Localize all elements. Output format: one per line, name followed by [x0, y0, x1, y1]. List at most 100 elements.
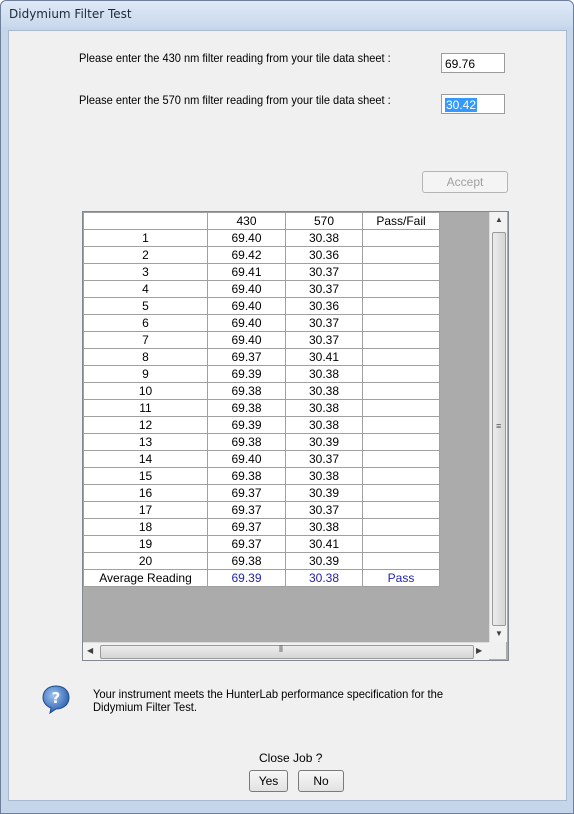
reading-430-cell[interactable]: 69.41 [207, 263, 286, 281]
input-430-field[interactable]: 69.76 [441, 53, 505, 73]
input-570-value: 30.42 [445, 98, 478, 112]
scroll-down-arrow-icon[interactable]: ▼ [495, 629, 503, 638]
reading-430-cell[interactable]: 69.37 [207, 484, 286, 502]
yes-button[interactable]: Yes [249, 770, 288, 792]
no-button[interactable]: No [298, 770, 344, 792]
column-header-pass-fail: Pass/Fail [362, 212, 440, 230]
reading-430-cell[interactable]: 69.38 [207, 382, 286, 400]
table-row: 2 69.42 30.36 [83, 246, 440, 264]
reading-430-cell[interactable]: 69.40 [207, 280, 286, 298]
row-number: 10 [83, 382, 208, 400]
reading-570-cell[interactable]: 30.36 [285, 246, 363, 264]
horizontal-scroll-thumb[interactable]: ⦀ [100, 644, 474, 659]
horizontal-scrollbar[interactable]: ◀ ⦀ ▶ [83, 642, 489, 660]
pass-fail-cell[interactable] [362, 416, 440, 434]
reading-430-cell[interactable]: 69.38 [207, 552, 286, 570]
pass-fail-cell[interactable] [362, 399, 440, 417]
reading-430-cell[interactable]: 69.37 [207, 535, 286, 553]
average-result-cell[interactable]: Pass [362, 569, 440, 587]
reading-570-cell[interactable]: 30.38 [285, 399, 363, 417]
pass-fail-cell[interactable] [362, 467, 440, 485]
table-row: 6 69.40 30.37 [83, 314, 440, 332]
grid-header-row: 430 570 Pass/Fail [83, 212, 440, 230]
reading-430-cell[interactable]: 69.37 [207, 501, 286, 519]
reading-570-cell[interactable]: 30.38 [285, 229, 363, 247]
reading-570-cell[interactable]: 30.37 [285, 331, 363, 349]
reading-570-cell[interactable]: 30.38 [285, 518, 363, 536]
reading-430-cell[interactable]: 69.39 [207, 365, 286, 383]
reading-570-cell[interactable]: 30.38 [285, 365, 363, 383]
reading-430-cell[interactable]: 69.42 [207, 246, 286, 264]
row-number: 8 [83, 348, 208, 366]
window-title: Didymium Filter Test [9, 7, 132, 21]
accept-button[interactable]: Accept [422, 171, 508, 193]
grip-icon: ⦀ [279, 644, 283, 654]
scroll-up-arrow-icon[interactable]: ▲ [495, 215, 503, 224]
pass-fail-cell[interactable] [362, 535, 440, 553]
table-row: 16 69.37 30.39 [83, 484, 440, 502]
vertical-scroll-thumb[interactable]: ≡ [492, 232, 506, 626]
reading-430-cell[interactable]: 69.40 [207, 314, 286, 332]
reading-570-cell[interactable]: 30.39 [285, 484, 363, 502]
reading-570-cell[interactable]: 30.41 [285, 535, 363, 553]
reading-430-cell[interactable]: 69.40 [207, 297, 286, 315]
reading-430-cell[interactable]: 69.39 [207, 416, 286, 434]
reading-430-cell[interactable]: 69.40 [207, 450, 286, 468]
row-number: 2 [83, 246, 208, 264]
scrollbar-corner [489, 642, 506, 659]
reading-570-cell[interactable]: 30.37 [285, 314, 363, 332]
reading-570-cell[interactable]: 30.38 [285, 416, 363, 434]
row-number: 19 [83, 535, 208, 553]
table-row: 8 69.37 30.41 [83, 348, 440, 366]
average-570-cell: 30.38 [285, 569, 363, 587]
reading-570-cell[interactable]: 30.37 [285, 501, 363, 519]
row-number: 16 [83, 484, 208, 502]
pass-fail-cell[interactable] [362, 501, 440, 519]
pass-fail-cell[interactable] [362, 382, 440, 400]
reading-570-cell[interactable]: 30.38 [285, 467, 363, 485]
vertical-scrollbar[interactable]: ▲ ≡ ▼ [489, 212, 507, 642]
pass-fail-cell[interactable] [362, 246, 440, 264]
input-570-field[interactable]: 30.42 [441, 94, 505, 114]
scroll-left-arrow-icon[interactable]: ◀ [87, 646, 93, 655]
reading-430-cell[interactable]: 69.37 [207, 518, 286, 536]
scroll-right-arrow-icon[interactable]: ▶ [476, 646, 482, 655]
pass-fail-cell[interactable] [362, 518, 440, 536]
table-row: 10 69.38 30.38 [83, 382, 440, 400]
reading-570-cell[interactable]: 30.39 [285, 552, 363, 570]
column-header-570: 570 [285, 212, 363, 230]
reading-430-cell[interactable]: 69.40 [207, 331, 286, 349]
pass-fail-cell[interactable] [362, 450, 440, 468]
pass-fail-cell[interactable] [362, 263, 440, 281]
table-row: 12 69.39 30.38 [83, 416, 440, 434]
table-row: 19 69.37 30.41 [83, 535, 440, 553]
pass-fail-cell[interactable] [362, 229, 440, 247]
grip-icon: ≡ [496, 421, 502, 431]
pass-fail-cell[interactable] [362, 552, 440, 570]
reading-570-cell[interactable]: 30.37 [285, 280, 363, 298]
table-row: 18 69.37 30.38 [83, 518, 440, 536]
row-number: 11 [83, 399, 208, 417]
reading-570-cell[interactable]: 30.37 [285, 450, 363, 468]
title-bar[interactable]: Didymium Filter Test [1, 1, 573, 27]
reading-570-cell[interactable]: 30.36 [285, 297, 363, 315]
pass-fail-cell[interactable] [362, 484, 440, 502]
reading-430-cell[interactable]: 69.38 [207, 433, 286, 451]
reading-430-cell[interactable]: 69.37 [207, 348, 286, 366]
pass-fail-cell[interactable] [362, 280, 440, 298]
pass-fail-cell[interactable] [362, 331, 440, 349]
reading-570-cell[interactable]: 30.38 [285, 382, 363, 400]
reading-430-cell[interactable]: 69.38 [207, 399, 286, 417]
prompt-430-label: Please enter the 430 nm filter reading f… [79, 51, 391, 65]
pass-fail-cell[interactable] [362, 433, 440, 451]
pass-fail-cell[interactable] [362, 297, 440, 315]
pass-fail-cell[interactable] [362, 348, 440, 366]
reading-570-cell[interactable]: 30.39 [285, 433, 363, 451]
pass-fail-cell[interactable] [362, 314, 440, 332]
row-number: 1 [83, 229, 208, 247]
reading-570-cell[interactable]: 30.41 [285, 348, 363, 366]
reading-570-cell[interactable]: 30.37 [285, 263, 363, 281]
reading-430-cell[interactable]: 69.40 [207, 229, 286, 247]
pass-fail-cell[interactable] [362, 365, 440, 383]
reading-430-cell[interactable]: 69.38 [207, 467, 286, 485]
